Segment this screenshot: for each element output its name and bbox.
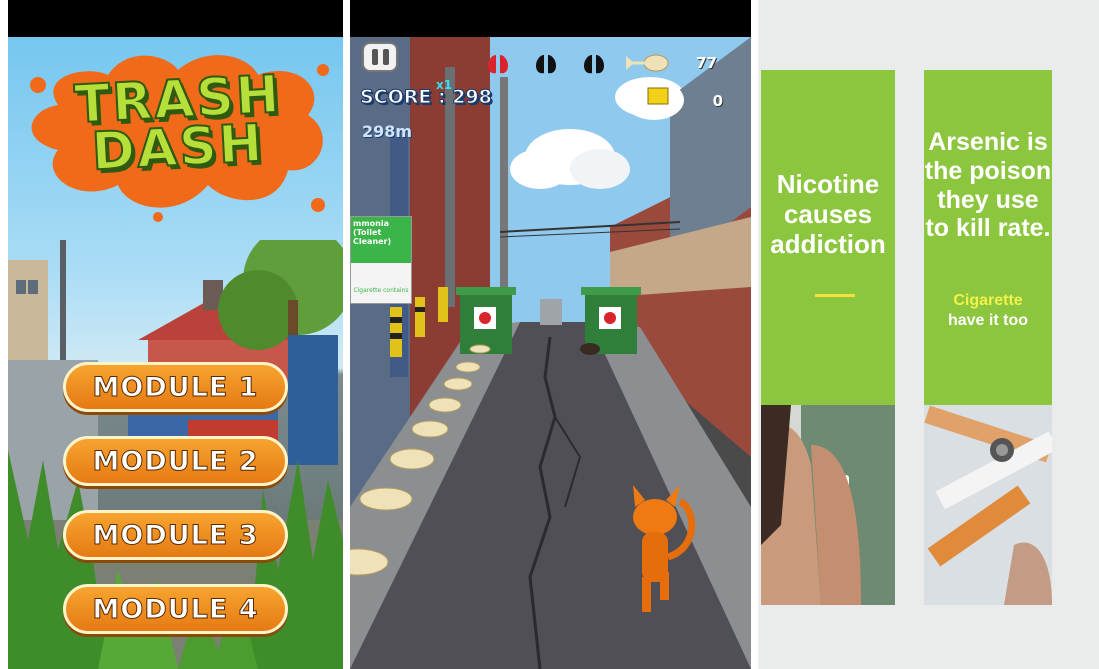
gameplay-panel: 77 0 x1 SCORE : 298 298m mmonia (Toilet … [350,0,751,669]
module-3-button[interactable]: MODULE 3 [63,510,288,560]
card2-sub2: have it too [947,312,1028,329]
menu-panel: TRASH DASH MODULE 1 MODULE 2 MODULE 3 MO… [8,0,343,669]
sign-title: mmonia (Toilet Cleaner) [351,217,411,263]
trash-bin-icon [456,287,516,354]
fish-count: 77 [696,54,717,72]
pause-button[interactable] [362,42,398,72]
card1-text: Nicotine causes addiction [770,169,886,259]
pause-icon [371,49,378,65]
lives-bar [488,55,604,74]
score-readout: SCORE : 298 [360,86,493,109]
module-4-button[interactable]: MODULE 4 [63,584,288,634]
sign-footer: Cigarette contains [353,287,409,294]
trash-count: 0 [712,92,723,110]
nicotine-card: Nicotine causes addiction [761,70,895,410]
red-lungs-icon [488,55,508,74]
ammonia-info-sign: mmonia (Toilet Cleaner) Cigarette contai… [350,216,412,304]
arsenic-card: Arsenic is the poison they use to kill r… [924,70,1052,410]
status-bar [8,0,343,37]
black-lungs-icon [536,55,556,74]
info-slides-panel: Nicotine causes addiction Arsenic is the… [758,0,1099,669]
nicotine-patch-photo [761,405,895,605]
burning-cigarette-photo [924,405,1052,605]
card2-sub1: Cigarette [953,292,1023,309]
distance-readout: 298m [362,122,413,141]
module-2-button[interactable]: MODULE 2 [63,436,288,486]
card2-text: Arsenic is the poison they use to kill r… [924,128,1052,243]
black-lungs-icon [584,55,604,74]
status-bar [350,0,751,37]
accent-underline [815,294,855,297]
trash-counter-cloud [624,80,684,120]
module-1-button[interactable]: MODULE 1 [63,362,288,412]
